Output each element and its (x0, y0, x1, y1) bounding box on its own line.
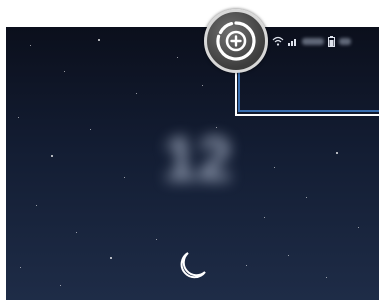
status-text-blurred (302, 37, 324, 45)
status-text-blurred (339, 37, 351, 45)
battery-icon (328, 35, 335, 47)
moon-icon[interactable] (174, 248, 210, 289)
callout-line-inner (238, 70, 379, 112)
data-saver-highlight-badge (204, 9, 268, 73)
lock-screen-clock: 12 (163, 125, 232, 194)
data-saver-icon (216, 21, 256, 61)
status-bar (272, 34, 351, 48)
signal-icon (288, 36, 298, 46)
wifi-icon (272, 36, 284, 46)
